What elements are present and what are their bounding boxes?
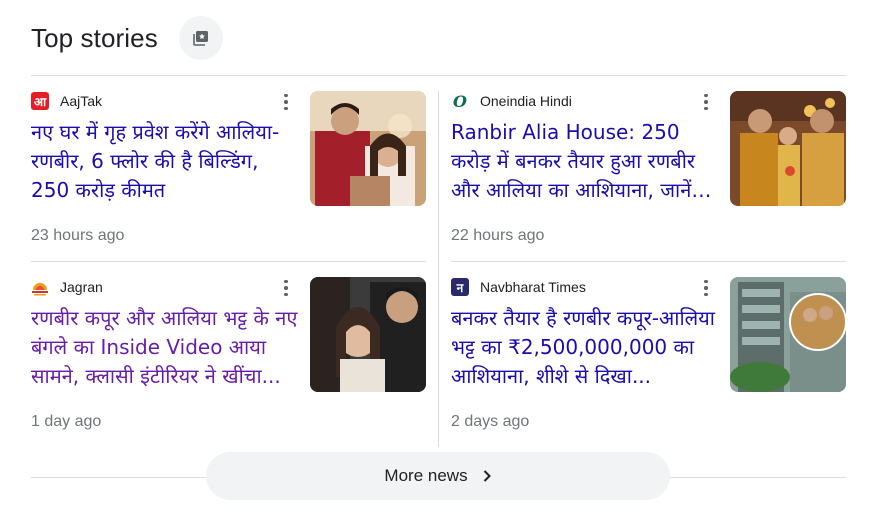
row-divider-right (451, 261, 846, 262)
row-divider-left (31, 261, 426, 262)
source-name: Jagran (60, 279, 103, 295)
source-name: Navbharat Times (480, 279, 586, 295)
story-thumbnail[interactable] (730, 277, 846, 392)
more-options-icon[interactable] (276, 91, 296, 113)
top-divider (31, 75, 846, 76)
top-stories-header: Top stories (31, 16, 158, 60)
story-source: O Oneindia Hindi (451, 91, 572, 111)
feedback-icon[interactable] (179, 16, 223, 60)
section-title: Top stories (31, 22, 158, 53)
story-thumbnail[interactable] (310, 91, 426, 206)
story-card[interactable]: न Navbharat Times बनकर तैयार है रणबीर कप… (451, 277, 846, 447)
logo-text: न (456, 280, 464, 295)
story-card[interactable]: Jagran रणबीर कपूर और आलिया भट्ट के नए बं… (31, 277, 426, 447)
story-source: न Navbharat Times (451, 277, 586, 297)
story-thumbnail[interactable] (310, 277, 426, 392)
story-time: 22 hours ago (451, 227, 545, 244)
story-headline[interactable]: बनकर तैयार है रणबीर कपूर-आलिया भट्ट का ₹… (451, 304, 719, 391)
story-source: Jagran (31, 277, 103, 297)
story-time: 1 day ago (31, 413, 102, 430)
aajtak-logo-icon: आ (31, 92, 49, 110)
logo-text: O (453, 92, 467, 110)
more-options-icon[interactable] (696, 277, 716, 299)
story-headline[interactable]: नए घर में गृह प्रवेश करेंगे आलिया-रणबीर,… (31, 118, 299, 205)
more-news-button[interactable]: More news (206, 452, 670, 500)
source-name: Oneindia Hindi (480, 93, 572, 109)
more-options-icon[interactable] (276, 277, 296, 299)
story-headline[interactable]: Ranbir Alia House: 250 करोड़ में बनकर तै… (451, 118, 719, 205)
story-card[interactable]: O Oneindia Hindi Ranbir Alia House: 250 … (451, 91, 846, 261)
oneindia-logo-icon: O (451, 92, 469, 110)
story-thumbnail[interactable] (730, 91, 846, 206)
more-options-icon[interactable] (696, 91, 716, 113)
chevron-right-icon (482, 469, 492, 483)
source-name: AajTak (60, 93, 103, 109)
logo-text: आ (33, 94, 47, 109)
more-news-label: More news (384, 466, 468, 485)
navbharat-times-logo-icon: न (451, 278, 469, 296)
story-source: आ AajTak (31, 91, 102, 111)
story-time: 2 days ago (451, 413, 530, 430)
story-time: 23 hours ago (31, 227, 125, 244)
story-headline[interactable]: रणबीर कपूर और आलिया भट्ट के नए बंगले का … (31, 304, 299, 391)
jagran-logo-icon (31, 278, 49, 296)
column-divider (438, 91, 439, 447)
story-card[interactable]: आ AajTak नए घर में गृह प्रवेश करेंगे आलि… (31, 91, 426, 261)
